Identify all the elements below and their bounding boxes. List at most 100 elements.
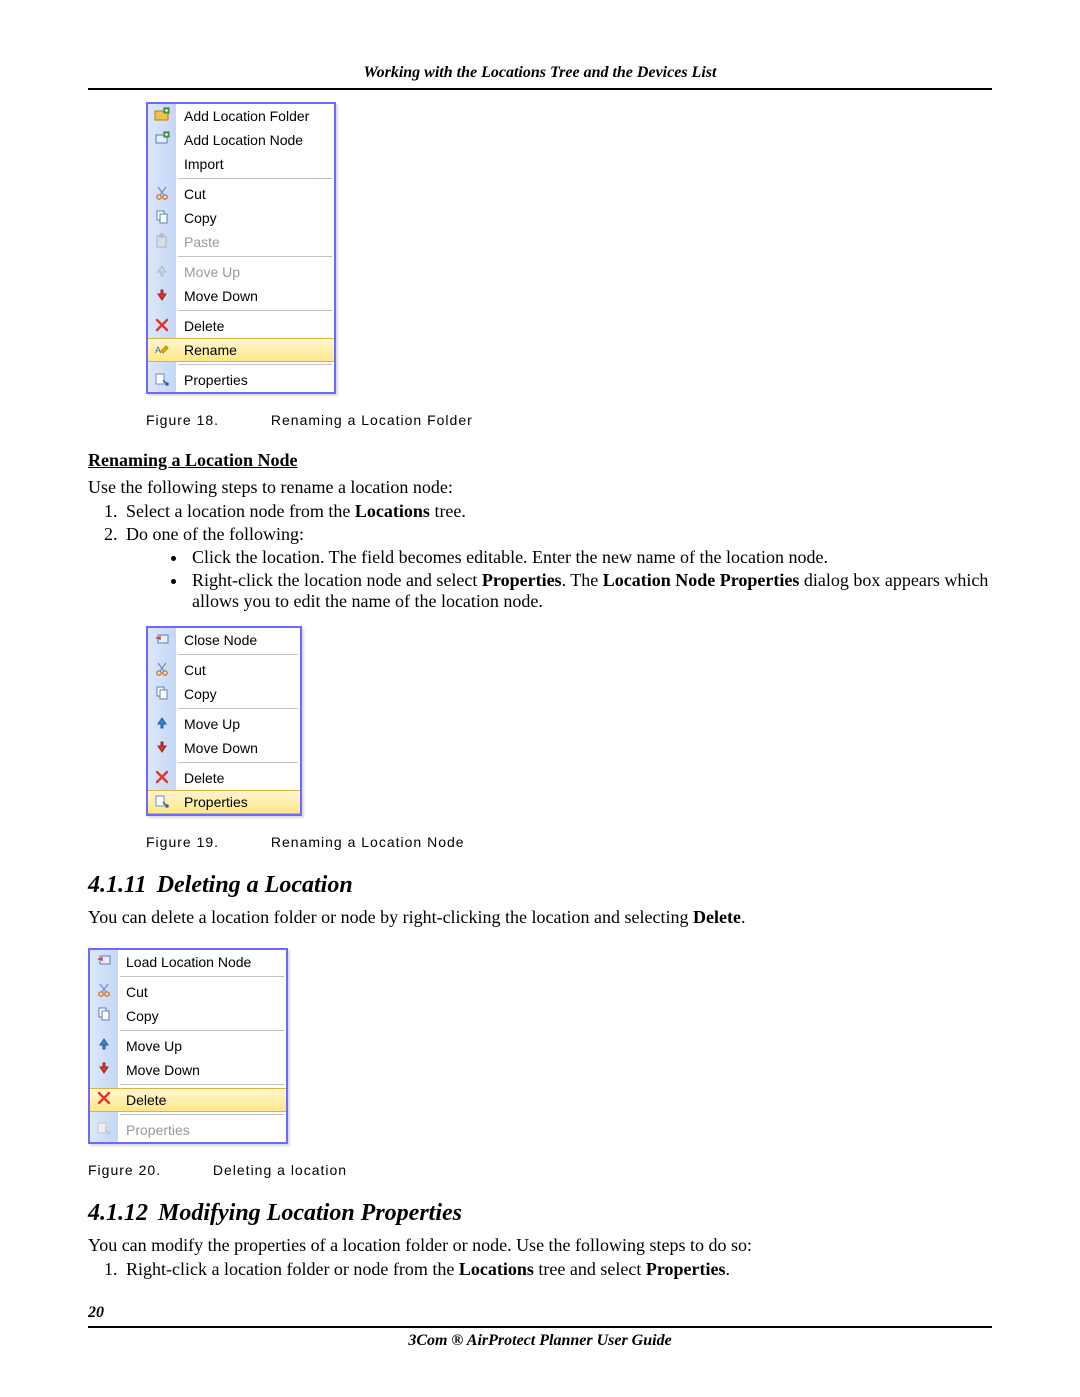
subsection-heading-rename-node: Renaming a Location Node [88, 450, 992, 471]
menu-item-label: Delete [118, 1092, 286, 1108]
menu-item-add-location-node[interactable]: Add Location Node [148, 128, 334, 152]
menu-separator [90, 1028, 286, 1034]
menu-separator [90, 1082, 286, 1088]
folder-add-icon [154, 107, 170, 126]
menu-item-label: Move Up [176, 716, 300, 732]
arrow-down-icon [154, 739, 170, 758]
menu-item-add-location-folder[interactable]: Add Location Folder [148, 104, 334, 128]
menu-item-label: Move Up [176, 264, 334, 280]
copy-icon [96, 1006, 112, 1025]
copy-icon [154, 209, 170, 228]
menu-item-label: Cut [176, 662, 300, 678]
menu-item-properties[interactable]: Properties [148, 790, 300, 814]
menu-item-label: Copy [176, 210, 334, 226]
figure18-container: Add Location Folder Add Location Node Im… [146, 102, 992, 394]
menu-item-move-up[interactable]: Move Up [90, 1034, 286, 1058]
text: tree. [430, 501, 466, 521]
load-node-icon [96, 952, 112, 971]
menu-item-copy[interactable]: Copy [148, 682, 300, 706]
menu-item-label: Copy [118, 1008, 286, 1024]
menu-item-rename[interactable]: A Rename [148, 338, 334, 362]
menu-item-load-location-node[interactable]: Load Location Node [90, 950, 286, 974]
properties-icon [154, 793, 170, 812]
menu-item-copy[interactable]: Copy [148, 206, 334, 230]
section-heading-modifying: 4.1.12Modifying Location Properties [88, 1200, 992, 1227]
delete-icon [96, 1090, 112, 1109]
menu-item-cut[interactable]: Cut [148, 658, 300, 682]
page-number: 20 [88, 1304, 992, 1322]
figure-caption-19: Figure 19. Renaming a Location Node [146, 834, 992, 850]
arrow-down-icon [154, 287, 170, 306]
paragraph: You can modify the properties of a locat… [88, 1233, 992, 1257]
paragraph: You can delete a location folder or node… [88, 905, 992, 929]
properties-icon [96, 1120, 112, 1139]
arrow-down-icon [96, 1060, 112, 1079]
menu-item-properties: Properties [90, 1118, 286, 1142]
figure-text: Renaming a Location Node [271, 834, 465, 850]
bold-text: Location Node Properties [603, 570, 800, 590]
list-item: Select a location node from the Location… [122, 501, 992, 522]
figure-caption-18: Figure 18. Renaming a Location Folder [146, 412, 992, 428]
menu-item-label: Rename [176, 342, 334, 358]
menu-item-paste: Paste [148, 230, 334, 254]
list-item: Right-click the location node and select… [188, 570, 992, 612]
menu-item-move-down[interactable]: Move Down [90, 1058, 286, 1082]
menu-item-import[interactable]: Import [148, 152, 334, 176]
menu-item-delete[interactable]: Delete [90, 1088, 286, 1112]
menu-item-cut[interactable]: Cut [148, 182, 334, 206]
menu-separator [148, 308, 334, 314]
delete-icon [154, 317, 170, 336]
arrow-up-icon [96, 1036, 112, 1055]
text: . The [562, 570, 603, 590]
cut-icon [154, 661, 170, 680]
menu-item-copy[interactable]: Copy [90, 1004, 286, 1028]
section-number: 4.1.12 [88, 1200, 148, 1226]
menu-separator [148, 362, 334, 368]
menu-item-move-down[interactable]: Move Down [148, 736, 300, 760]
menu-item-move-up: Move Up [148, 260, 334, 284]
context-menu-location-node: Close Node Cut Copy Move Up [146, 626, 302, 816]
bold-text: Properties [646, 1259, 726, 1279]
menu-item-delete[interactable]: Delete [148, 766, 300, 790]
menu-item-cut[interactable]: Cut [90, 980, 286, 1004]
cut-icon [154, 185, 170, 204]
menu-item-close-node[interactable]: Close Node [148, 628, 300, 652]
menu-item-label: Import [176, 156, 334, 172]
figure-number: Figure 19. [146, 834, 266, 850]
document-page: Working with the Locations Tree and the … [0, 0, 1080, 1397]
figure-number: Figure 20. [88, 1162, 208, 1178]
menu-item-label: Cut [118, 984, 286, 1000]
context-menu-delete-location: Load Location Node Cut Copy Move Up [88, 948, 288, 1144]
section-number: 4.1.11 [88, 872, 147, 898]
figure20-container: Load Location Node Cut Copy Move Up [88, 948, 992, 1144]
page-content: Add Location Folder Add Location Node Im… [88, 90, 992, 1350]
text: tree and select [534, 1259, 646, 1279]
close-node-icon [154, 631, 170, 650]
menu-item-label: Move Up [118, 1038, 286, 1054]
figure19-container: Close Node Cut Copy Move Up [146, 626, 992, 816]
context-menu-location-folder: Add Location Folder Add Location Node Im… [146, 102, 336, 394]
text: Select a location node from the [126, 501, 355, 521]
section-title: Deleting a Location [157, 872, 353, 898]
menu-item-properties[interactable]: Properties [148, 368, 334, 392]
delete-icon [154, 769, 170, 788]
figure-text: Deleting a location [213, 1162, 347, 1178]
arrow-up-icon [154, 715, 170, 734]
menu-item-label: Move Down [176, 288, 334, 304]
page-header-title: Working with the Locations Tree and the … [88, 64, 992, 82]
menu-item-label: Delete [176, 318, 334, 334]
cut-icon [96, 982, 112, 1001]
menu-item-move-down[interactable]: Move Down [148, 284, 334, 308]
menu-item-delete[interactable]: Delete [148, 314, 334, 338]
text: . [726, 1259, 731, 1279]
menu-item-label: Add Location Node [176, 132, 334, 148]
menu-item-label: Properties [118, 1122, 286, 1138]
menu-item-move-up[interactable]: Move Up [148, 712, 300, 736]
bold-text: Properties [482, 570, 562, 590]
paste-icon [154, 233, 170, 252]
menu-item-label: Paste [176, 234, 334, 250]
text: Do one of the following: [126, 524, 304, 544]
footer-title: 3Com ® AirProtect Planner User Guide [88, 1332, 992, 1350]
text: . [741, 907, 746, 927]
copy-icon [154, 685, 170, 704]
